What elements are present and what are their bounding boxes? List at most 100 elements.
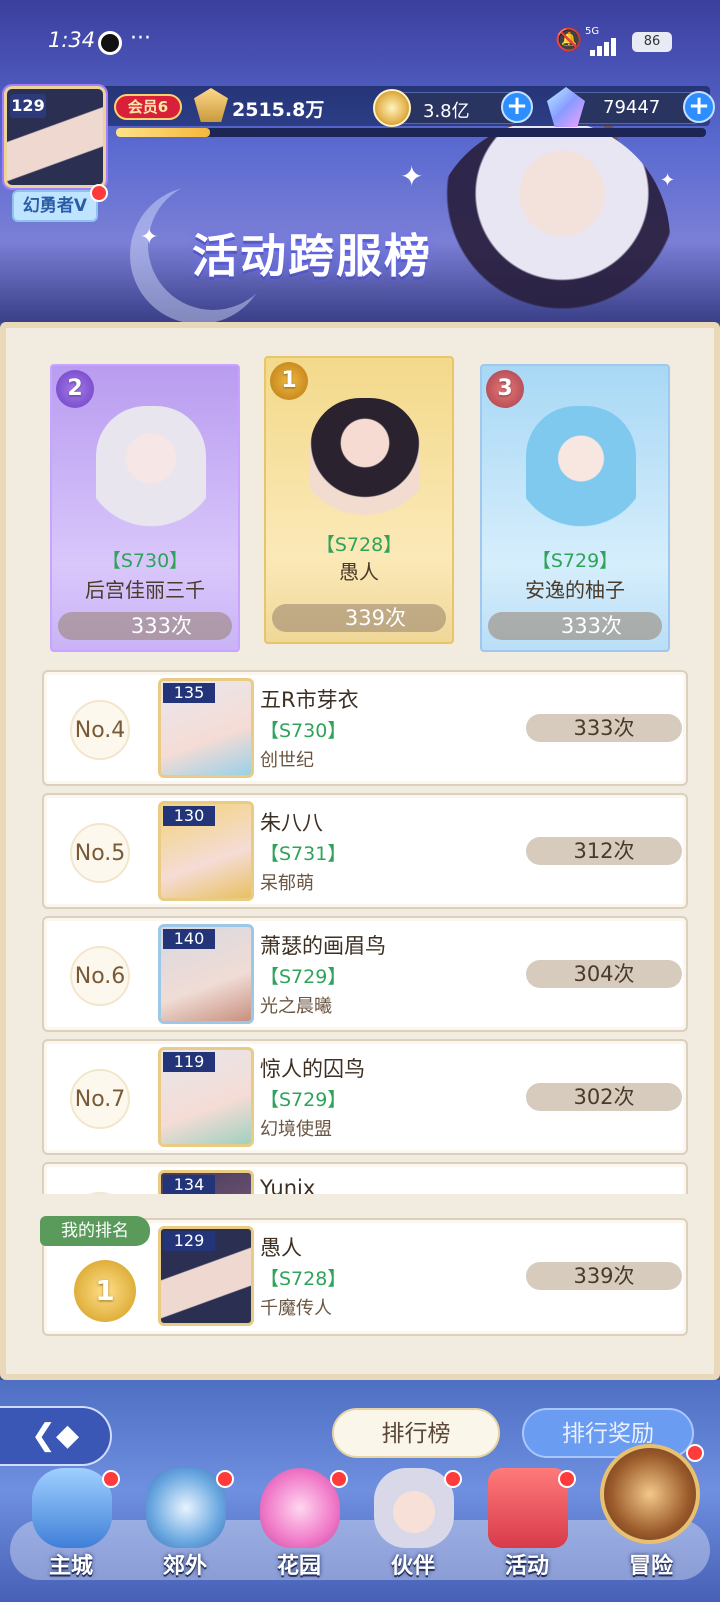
mute-bell-icon: 🔕 — [555, 28, 583, 53]
notification-dot — [686, 1444, 704, 1462]
podium-rank-2[interactable]: 2 【S730】 后宫佳丽三千 333次 — [50, 364, 240, 652]
rank-medal: 2 — [56, 370, 94, 408]
avatar-level: 129 — [163, 1231, 215, 1251]
avatar-level: 119 — [163, 1052, 215, 1072]
avatar-level: 140 — [163, 929, 215, 949]
list-item[interactable]: No.7 119 惊人的囚鸟 【S729】 幻境使盟 302次 — [42, 1039, 688, 1155]
nav-item-event[interactable]: 活动 — [472, 1460, 582, 1600]
status-time: 1:34 — [48, 28, 96, 52]
bottom-nav: 主城 郊外 花园 伙伴 活动 冒险 — [0, 1444, 720, 1602]
combat-power: 2515.8万 — [232, 99, 325, 121]
list-item[interactable]: No.4 135 五R市芽衣 【S730】 创世纪 333次 — [42, 670, 688, 786]
server: 【S728】 — [260, 1268, 347, 1290]
back-arrow-icon: ❮◆ — [30, 1418, 80, 1453]
nav-label: 花园 — [276, 1554, 321, 1579]
notification-dot — [216, 1470, 234, 1488]
count: 339次 — [526, 1262, 682, 1290]
server: 【S729】 — [260, 1089, 347, 1111]
list-item[interactable]: No.6 140 萧瑟的画眉鸟 【S729】 光之晨曦 304次 — [42, 916, 688, 1032]
avatar-level: 134 — [163, 1175, 215, 1194]
count: 304次 — [526, 960, 682, 988]
nav-item-outskirts[interactable]: 郊外 — [130, 1460, 240, 1600]
notification-dot — [558, 1470, 576, 1488]
notification-dot — [102, 1470, 120, 1488]
my-rank-tag: 我的排名 — [40, 1216, 150, 1246]
banner-character-art — [430, 120, 670, 322]
signal-icon — [590, 36, 622, 56]
player-level: 129 — [10, 94, 46, 118]
rank-number: No.4 — [70, 700, 130, 760]
guild: 幻境使盟 — [260, 1119, 332, 1140]
rank-number: No.5 — [70, 823, 130, 883]
avatar: 140 — [158, 924, 254, 1024]
ranking-list[interactable]: No.4 135 五R市芽衣 【S730】 创世纪 333次 No.5 130 … — [6, 668, 714, 1194]
sparkle-icon: ✦ — [140, 225, 159, 250]
podium-count: 333次 — [488, 612, 662, 640]
exp-bar — [116, 128, 706, 137]
avatar-level: 130 — [163, 806, 215, 826]
nav-item-adventure[interactable]: 冒险 — [596, 1440, 706, 1600]
rank-medal: 3 — [486, 370, 524, 408]
gift-icon — [488, 1468, 568, 1548]
character-portrait — [310, 398, 420, 548]
player-name: 愚人 — [260, 1236, 302, 1260]
status-bar: 1:34 ··· 🔕 5G 86 — [0, 0, 720, 82]
podium-rank-3[interactable]: 3 【S729】 安逸的柚子 333次 — [480, 364, 670, 652]
sparkle-icon: ✦ — [400, 160, 424, 193]
my-rank-medal: 1 — [74, 1260, 136, 1322]
vip-badge[interactable]: 会员6 — [114, 94, 182, 120]
castle-icon — [32, 1468, 112, 1548]
podium-name: 后宫佳丽三千 — [85, 578, 205, 602]
coin-value: 3.8亿 — [423, 101, 470, 122]
nav-label: 郊外 — [162, 1554, 207, 1579]
coin-icon — [373, 89, 411, 127]
guild: 呆郁萌 — [260, 873, 314, 894]
more-notifications-icon: ··· — [130, 26, 151, 51]
podium-server: 【S729】 — [531, 550, 619, 572]
avatar: 129 — [158, 1226, 254, 1326]
avatar: 119 — [158, 1047, 254, 1147]
player-name[interactable]: 幻勇者V — [12, 190, 98, 222]
player-name: 朱八八 — [260, 811, 323, 835]
qq-notification-icon — [98, 31, 122, 55]
notification-dot — [90, 184, 108, 202]
rank-medal: 1 — [270, 362, 308, 400]
guild: 千魔传人 — [260, 1298, 332, 1319]
avatar: 135 — [158, 678, 254, 778]
list-item[interactable]: No.5 130 朱八八 【S731】 呆郁萌 312次 — [42, 793, 688, 909]
list-item[interactable]: 134 Yunix — [42, 1162, 688, 1194]
page-title: 活动跨服榜 — [192, 229, 432, 283]
add-gems-button[interactable]: + — [683, 91, 715, 123]
coin-counter: 3.8亿 + — [373, 89, 533, 127]
sparkle-icon: ✦ — [660, 170, 676, 191]
guild: 创世纪 — [260, 750, 314, 771]
bottom-area: ❮◆ 排行榜 排行奖励 主城 郊外 花园 伙伴 活动 冒险 — [0, 1380, 720, 1602]
podium-server: 【S728】 — [315, 534, 403, 556]
avatar: 130 — [158, 801, 254, 901]
partner-icon — [374, 1468, 454, 1548]
rank-number — [70, 1192, 130, 1194]
nav-item-garden[interactable]: 花园 — [244, 1460, 354, 1600]
server: 【S731】 — [260, 843, 347, 865]
tab-ranking[interactable]: 排行榜 — [332, 1408, 500, 1458]
player-name: Yunix — [260, 1176, 316, 1194]
notification-dot — [444, 1470, 462, 1488]
back-button[interactable]: ❮◆ — [0, 1406, 112, 1466]
podium-count: 333次 — [58, 612, 232, 640]
count: 302次 — [526, 1083, 682, 1111]
avatar-level: 135 — [163, 683, 215, 703]
player-name: 萧瑟的画眉鸟 — [260, 934, 386, 958]
heart-icon — [260, 1468, 340, 1548]
nav-item-partner[interactable]: 伙伴 — [358, 1460, 468, 1600]
gem-counter: 79447 + — [547, 87, 715, 127]
nav-item-main-city[interactable]: 主城 — [16, 1460, 126, 1600]
podium-server: 【S730】 — [101, 550, 189, 572]
podium-rank-1[interactable]: 1 【S728】 愚人 339次 — [264, 356, 454, 644]
leaderboard-panel: 2 【S730】 后宫佳丽三千 333次 1 【S728】 愚人 339次 3 … — [0, 322, 720, 1380]
count: 333次 — [526, 714, 682, 742]
my-rank-row[interactable]: 我的排名 1 129 愚人 【S728】 千魔传人 339次 — [40, 1216, 688, 1336]
header-banner: ✦ ✦ ✦ 1:34 ··· 🔕 5G 86 129 幻勇者V 会员6 2515… — [0, 0, 720, 322]
notification-dot — [330, 1470, 348, 1488]
podium-name: 安逸的柚子 — [525, 578, 625, 602]
add-coins-button[interactable]: + — [501, 91, 533, 123]
